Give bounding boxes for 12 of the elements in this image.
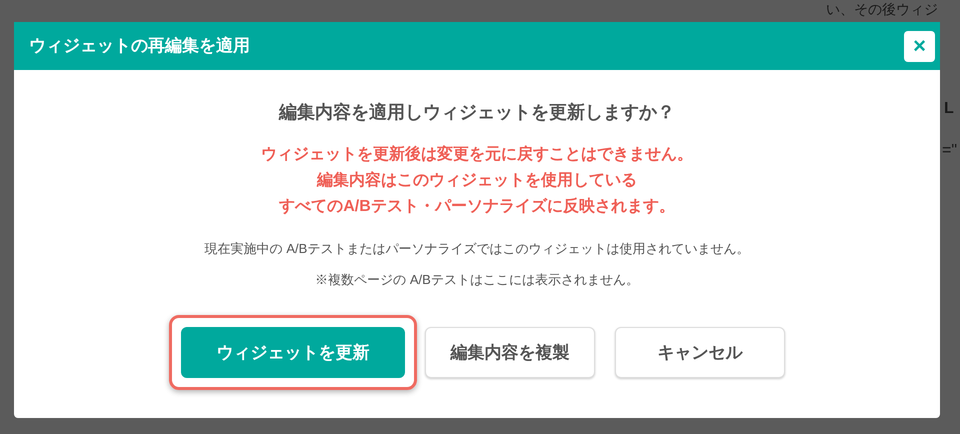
dialog-title: ウィジェットの再編集を適用 — [29, 35, 250, 58]
warning-text: 編集内容はこのウィジェットを使用している — [317, 170, 637, 191]
dialog-question: 編集内容を適用しウィジェットを更新しますか？ — [279, 101, 675, 123]
note-text: 現在実施中の A/Bテストまたはパーソナライズではこのウィジェットは使用されていません。 — [204, 240, 750, 258]
background-text: =" — [942, 143, 958, 159]
dialog-button[interactable]: キャンセル — [615, 327, 785, 378]
dialog-button[interactable]: 編集内容を複製 — [425, 327, 595, 378]
warning-text: すべてのA/Bテスト・パーソナライズに反映されます。 — [279, 196, 675, 217]
background-text: い、その後ウィジ — [826, 2, 938, 16]
warning-text: ウィジェットを更新後は変更を元に戻すことはできません。 — [261, 144, 693, 165]
note-text: ※複数ページの A/Bテストはここには表示されません。 — [315, 271, 639, 289]
background-text: L — [944, 101, 954, 117]
